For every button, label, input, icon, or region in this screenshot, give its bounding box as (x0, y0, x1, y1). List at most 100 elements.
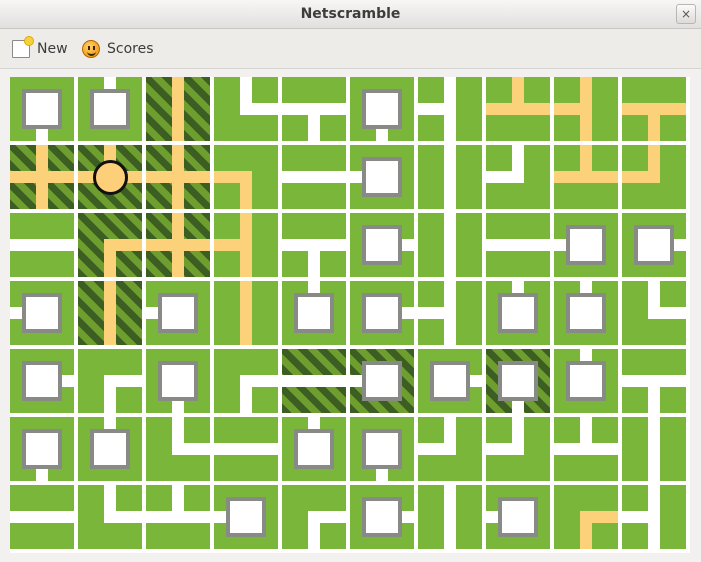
terminal-computer-icon (22, 293, 62, 333)
cable-segment (554, 443, 592, 455)
network-tile[interactable] (622, 213, 686, 277)
network-tile[interactable] (10, 281, 74, 345)
network-tile[interactable] (78, 485, 142, 549)
terminal-computer-icon (566, 361, 606, 401)
network-tile[interactable] (486, 77, 550, 141)
cable-segment (648, 103, 660, 141)
network-tile[interactable] (214, 213, 278, 277)
network-tile[interactable] (146, 349, 210, 413)
network-tile[interactable] (418, 281, 482, 345)
network-tile[interactable] (486, 213, 550, 277)
network-tile[interactable] (146, 485, 210, 549)
network-tile[interactable] (622, 281, 686, 345)
terminal-computer-icon (158, 293, 198, 333)
network-tile[interactable] (78, 213, 142, 277)
network-tile[interactable] (350, 349, 414, 413)
network-tile[interactable] (486, 349, 550, 413)
network-tile[interactable] (10, 213, 74, 277)
cable-segment (146, 511, 184, 523)
toolbar: New Scores (0, 29, 701, 69)
network-tile[interactable] (486, 281, 550, 345)
network-tile[interactable] (486, 485, 550, 549)
cable-segment (146, 239, 184, 251)
network-tile[interactable] (622, 145, 686, 209)
network-tile[interactable] (554, 77, 618, 141)
network-tile[interactable] (486, 417, 550, 481)
network-tile[interactable] (554, 145, 618, 209)
network-tile[interactable] (214, 485, 278, 549)
network-tile[interactable] (146, 77, 210, 141)
network-tile[interactable] (282, 485, 346, 549)
cable-segment (648, 307, 686, 319)
terminal-computer-icon (498, 293, 538, 333)
network-tile[interactable] (418, 349, 482, 413)
network-tile[interactable] (282, 77, 346, 141)
network-tile[interactable] (214, 349, 278, 413)
network-tile[interactable] (622, 349, 686, 413)
network-tile[interactable] (554, 213, 618, 277)
network-tile[interactable] (350, 145, 414, 209)
network-tile[interactable] (10, 417, 74, 481)
network-tile[interactable] (350, 77, 414, 141)
network-tile[interactable] (554, 485, 618, 549)
network-tile[interactable] (418, 417, 482, 481)
network-tile[interactable] (418, 77, 482, 141)
network-tile[interactable] (146, 145, 210, 209)
cable-segment (418, 103, 456, 115)
network-tile[interactable] (214, 417, 278, 481)
network-tile[interactable] (10, 349, 74, 413)
network-tile[interactable] (10, 77, 74, 141)
cable-segment (622, 511, 660, 523)
network-tile[interactable] (622, 485, 686, 549)
cable-segment (282, 171, 320, 183)
network-tile[interactable] (282, 417, 346, 481)
network-tile[interactable] (78, 145, 142, 209)
cable-segment (418, 307, 456, 319)
network-tile[interactable] (350, 281, 414, 345)
cable-segment (104, 375, 116, 413)
network-tile[interactable] (282, 213, 346, 277)
network-tile[interactable] (350, 213, 414, 277)
network-tile[interactable] (214, 77, 278, 141)
network-tile[interactable] (350, 485, 414, 549)
network-tile[interactable] (146, 417, 210, 481)
network-tile[interactable] (622, 417, 686, 481)
network-tile[interactable] (282, 281, 346, 345)
network-tile[interactable] (78, 349, 142, 413)
network-tile[interactable] (418, 485, 482, 549)
cable-segment (622, 171, 660, 183)
window-title: Netscramble (300, 6, 401, 22)
cable-segment (214, 443, 252, 455)
network-tile[interactable] (350, 417, 414, 481)
cable-segment (214, 239, 252, 251)
network-tile[interactable] (282, 349, 346, 413)
close-button[interactable]: × (676, 4, 696, 24)
network-tile[interactable] (10, 145, 74, 209)
cable-segment (486, 171, 524, 183)
network-tile[interactable] (554, 281, 618, 345)
network-tile[interactable] (418, 145, 482, 209)
network-tile[interactable] (622, 77, 686, 141)
network-tile[interactable] (486, 145, 550, 209)
network-tile[interactable] (554, 417, 618, 481)
new-game-button[interactable]: New (12, 37, 68, 60)
network-tile[interactable] (78, 77, 142, 141)
terminal-computer-icon (362, 225, 402, 265)
network-tile[interactable] (146, 213, 210, 277)
network-tile[interactable] (10, 485, 74, 549)
scores-button[interactable]: Scores (82, 38, 154, 60)
game-board (10, 77, 690, 553)
cable-segment (214, 171, 252, 183)
network-tile[interactable] (214, 145, 278, 209)
network-tile[interactable] (78, 281, 142, 345)
network-tile[interactable] (146, 281, 210, 345)
network-tile[interactable] (214, 281, 278, 345)
terminal-computer-icon (158, 361, 198, 401)
network-tile[interactable] (78, 417, 142, 481)
terminal-computer-icon (362, 361, 402, 401)
cable-segment (240, 375, 252, 413)
cable-segment (444, 171, 456, 209)
network-tile[interactable] (554, 349, 618, 413)
network-tile[interactable] (418, 213, 482, 277)
network-tile[interactable] (282, 145, 346, 209)
